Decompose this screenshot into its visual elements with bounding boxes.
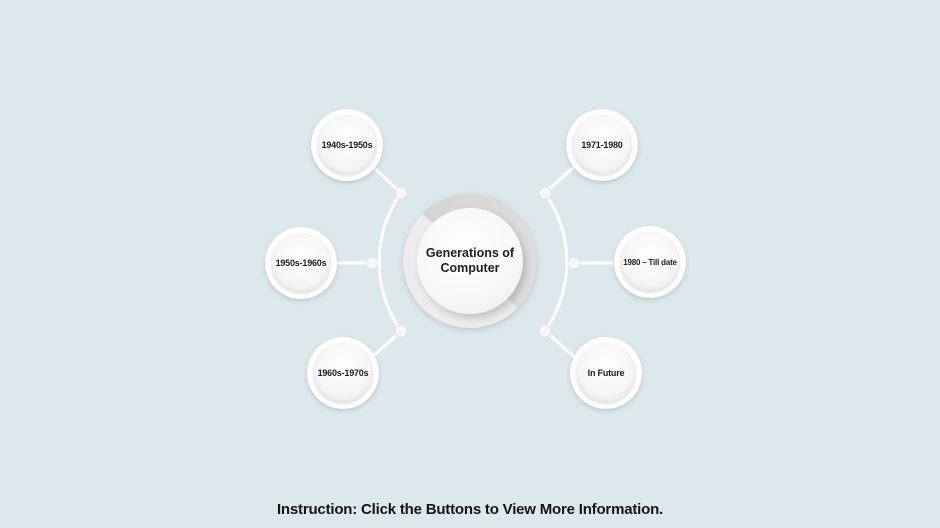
right-arc — [543, 192, 569, 332]
node-face: 1971-1980 — [572, 115, 632, 175]
node-1950s-1960s-button[interactable]: 1950s-1960s — [265, 227, 337, 299]
node-in-future-button[interactable]: In Future — [570, 337, 642, 409]
node-label: 1971-1980 — [581, 140, 623, 150]
node-label: 1940s-1950s — [321, 140, 373, 150]
node-label: 1980 – Till date — [623, 257, 677, 267]
diagram-stage: Generations of Computer 1940s-1950s 1950… — [0, 0, 940, 528]
center-hub: Generations of Computer — [403, 194, 537, 328]
junction-dot — [567, 256, 581, 270]
node-face: In Future — [576, 343, 636, 403]
node-label: 1960s-1970s — [317, 368, 369, 378]
junction-dot — [394, 186, 408, 200]
junction-dot — [538, 324, 552, 338]
node-face: 1960s-1970s — [313, 343, 373, 403]
left-arc — [377, 192, 403, 332]
node-label: In Future — [587, 368, 625, 378]
node-1960s-1970s-button[interactable]: 1960s-1970s — [307, 337, 379, 409]
node-face: 1980 – Till date — [620, 232, 680, 292]
node-face: 1940s-1950s — [317, 115, 377, 175]
junction-dot — [365, 256, 379, 270]
node-label: 1950s-1960s — [275, 258, 327, 268]
node-1980-till-date-button[interactable]: 1980 – Till date — [614, 226, 686, 298]
junction-dot — [538, 186, 552, 200]
node-1940s-1950s-button[interactable]: 1940s-1950s — [311, 109, 383, 181]
center-core: Generations of Computer — [417, 208, 523, 314]
center-title: Generations of Computer — [425, 246, 515, 275]
node-1971-1980-button[interactable]: 1971-1980 — [566, 109, 638, 181]
junction-dot — [394, 324, 408, 338]
instruction-text: Instruction: Click the Buttons to View M… — [276, 501, 664, 518]
node-face: 1950s-1960s — [271, 233, 331, 293]
